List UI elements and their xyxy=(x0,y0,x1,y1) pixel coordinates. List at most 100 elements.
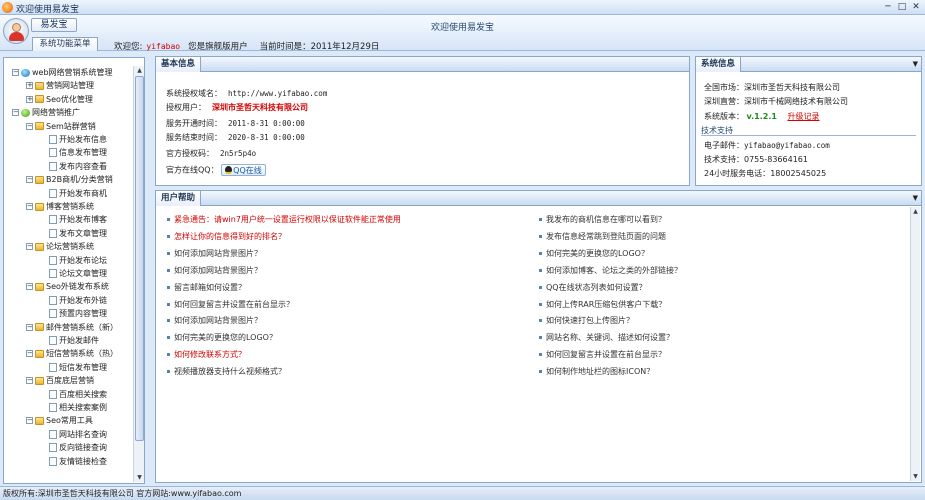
tree-item[interactable]: 预置内容管理 xyxy=(49,308,107,320)
tree-item[interactable]: − web网络营销系统管理 xyxy=(12,67,113,79)
scroll-thumb[interactable] xyxy=(135,76,144,441)
help-link[interactable]: 如何修改联系方式？ xyxy=(167,349,246,360)
tree-item[interactable]: 反向链接查询 xyxy=(49,442,107,454)
tree-item[interactable]: 网站排名查询 xyxy=(49,429,107,441)
collapse-icon[interactable]: − xyxy=(26,122,33,130)
help-link[interactable]: 网站名称、关键词、描述如何设置？ xyxy=(539,332,674,343)
collapse-icon[interactable]: − xyxy=(26,176,33,184)
tree-item[interactable]: − Sem站群营销 xyxy=(26,121,96,133)
expand-icon[interactable]: + xyxy=(26,95,33,103)
help-link[interactable]: 如何添加网站背景图片？ xyxy=(167,315,262,326)
help-link[interactable]: 紧急通告：请win7用户统一设置运行权限以保证软件能正常使用 xyxy=(167,214,401,225)
tree-item[interactable]: − B2B商机/分类营销 xyxy=(26,174,113,186)
collapse-icon[interactable]: − xyxy=(12,69,19,76)
tree-item[interactable]: 发布文章管理 xyxy=(49,228,107,240)
help-link[interactable]: 如何上传RAR压缩包供客户下载？ xyxy=(539,299,666,310)
support-row: 技术支持：0755-83664161 xyxy=(704,154,808,165)
basic-info-label: 官方授权码： xyxy=(166,149,214,158)
tree-scrollbar[interactable]: ▲ ▼ xyxy=(133,66,144,482)
tree-item[interactable]: 信息发布管理 xyxy=(49,147,107,159)
system-info-row: 深圳直营：深圳市千械网络技术有限公司 xyxy=(704,96,848,107)
tree-item[interactable]: 开始发布博客 xyxy=(49,214,107,226)
tree-item[interactable]: 友情链接检查 xyxy=(49,456,107,468)
help-link[interactable]: 如何回复留言并设置在前台显示？ xyxy=(539,349,666,360)
tree-item[interactable]: 发布内容查看 xyxy=(49,161,107,173)
help-link[interactable]: 如何添加博客、论坛之类的外部链接？ xyxy=(539,265,682,276)
tree-item[interactable]: 开始发布外链 xyxy=(49,295,107,307)
system-info-value: 深圳市圣哲天科技有限公司 xyxy=(744,83,840,92)
tree-item[interactable]: − Seo常用工具 xyxy=(26,415,93,427)
tree-item-label: 网络营销推广 xyxy=(32,108,80,118)
tree-item[interactable]: − 博客营销系统 xyxy=(26,201,94,213)
page-icon xyxy=(49,228,57,238)
page-icon xyxy=(49,389,57,399)
tree-item[interactable]: 开始发布商机 xyxy=(49,188,107,200)
tree-item[interactable]: − 网络营销推广 xyxy=(12,107,80,119)
help-link[interactable]: 留言邮箱如何设置？ xyxy=(167,282,246,293)
help-link[interactable]: 如何完美的更换您的LOGO？ xyxy=(167,332,277,343)
collapse-icon[interactable]: − xyxy=(26,283,33,291)
chevron-down-icon[interactable]: ▼ xyxy=(913,194,918,202)
official-qq-label: 官方在线QQ： xyxy=(166,165,219,175)
help-link[interactable]: 我发布的商机信息在哪可以看到？ xyxy=(539,214,666,225)
help-link[interactable]: 视频播放器支持什么视频格式？ xyxy=(167,366,286,377)
collapse-icon[interactable]: − xyxy=(26,243,33,251)
tree-item[interactable]: 论坛文章管理 xyxy=(49,268,107,280)
collapse-icon[interactable]: − xyxy=(26,377,33,385)
help-link[interactable]: 如何回复留言并设置在前台显示？ xyxy=(167,299,294,310)
help-link[interactable]: 怎样让你的信息得到好的排名？ xyxy=(167,231,286,242)
user-help-tab[interactable]: 用户帮助 xyxy=(156,191,202,206)
help-link[interactable]: 发布信息经常跳到登陆页面的问题 xyxy=(539,231,666,242)
tree-item[interactable]: + Seo优化管理 xyxy=(26,94,93,106)
tree-item[interactable]: − 邮件营销系统（新） xyxy=(26,322,118,334)
scroll-down-icon[interactable]: ▼ xyxy=(135,473,144,482)
tree-item[interactable]: − 论坛营销系统 xyxy=(26,241,94,253)
help-link[interactable]: 如何添加网站背景图片？ xyxy=(167,248,262,259)
tree-item[interactable]: − Seo外链发布系统 xyxy=(26,281,109,293)
page-icon xyxy=(49,295,57,305)
minimize-button[interactable]: ─ xyxy=(882,2,894,13)
system-menu-tab[interactable]: 系统功能菜单 xyxy=(32,37,98,51)
maximize-button[interactable]: □ xyxy=(896,2,908,13)
scroll-down-icon[interactable]: ▼ xyxy=(911,472,920,481)
function-tree[interactable]: ▲ ▼ − web网络营销系统管理 + 营销网站管理 + Seo优化管理 − 网络营销推广 − S… xyxy=(3,57,145,484)
close-button[interactable]: ✕ xyxy=(910,2,922,13)
tree-item-label: 预置内容管理 xyxy=(59,309,107,319)
collapse-icon[interactable]: − xyxy=(12,109,19,117)
tree-item[interactable]: 开始发布论坛 xyxy=(49,255,107,267)
tree-item[interactable]: − 短信营销系统（热） xyxy=(26,348,118,360)
system-info-tab[interactable]: 系统信息 xyxy=(696,57,742,72)
scroll-up-icon[interactable]: ▲ xyxy=(911,207,920,216)
tree-item-label: 邮件营销系统（新） xyxy=(46,322,118,332)
tree-item-label: 开始发布商机 xyxy=(59,188,107,198)
help-link[interactable]: 如何完美的更换您的LOGO？ xyxy=(539,248,649,259)
basic-info-row: 服务开通时间： 2011-8-31 0:00:00 xyxy=(166,118,305,129)
collapse-icon[interactable]: − xyxy=(26,350,33,358)
page-icon xyxy=(49,336,57,345)
collapse-icon[interactable]: − xyxy=(26,417,33,425)
help-link[interactable]: 如何制作地址栏的图标ICON？ xyxy=(539,366,654,377)
upgrade-log-link[interactable]: 升级记录 xyxy=(787,112,819,121)
help-link[interactable]: QQ在线状态列表如何设置？ xyxy=(539,282,647,293)
tree-item[interactable]: + 营销网站管理 xyxy=(26,80,94,92)
collapse-icon[interactable]: − xyxy=(26,323,33,331)
tree-item[interactable]: − 百度底层营销 xyxy=(26,375,94,387)
tree-item[interactable]: 开始发布信息 xyxy=(49,134,107,146)
help-link[interactable]: 如何添加网站背景图片？ xyxy=(167,265,262,276)
welcome-label: 欢迎您: xyxy=(114,42,143,52)
scroll-up-icon[interactable]: ▲ xyxy=(135,66,144,75)
collapse-icon[interactable]: − xyxy=(26,203,33,210)
tree-item[interactable]: 短信发布管理 xyxy=(49,362,107,374)
tree-item[interactable]: 开始发邮件 xyxy=(49,335,99,347)
basic-info-tab[interactable]: 基本信息 xyxy=(156,57,202,72)
tech-support-title: 技术支持 xyxy=(701,125,916,136)
basic-info-row: 服务结束时间： 2020-8-31 0:00:00 xyxy=(166,132,305,143)
tree-item[interactable]: 百度相关搜索 xyxy=(49,389,107,401)
basic-info-label: 服务结束时间： xyxy=(166,133,222,142)
expand-icon[interactable]: + xyxy=(26,82,33,90)
help-link[interactable]: 如何快速打包上传图片？ xyxy=(539,315,634,326)
qq-online-button[interactable]: QQ在线 xyxy=(221,164,266,176)
help-scrollbar[interactable]: ▲ ▼ xyxy=(910,207,920,481)
chevron-down-icon[interactable]: ▼ xyxy=(913,60,918,68)
tree-item[interactable]: 相关搜索案例 xyxy=(49,402,107,414)
